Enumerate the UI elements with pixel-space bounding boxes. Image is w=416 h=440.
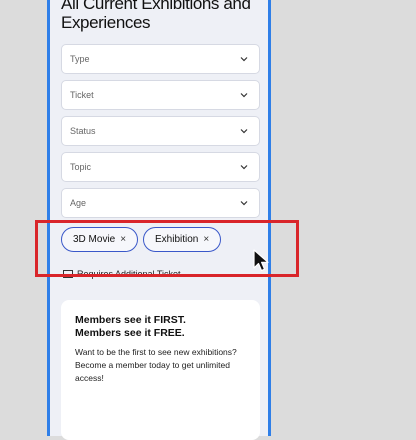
promo-body: Want to be the first to see new exhibiti… [75, 347, 237, 383]
filter-ticket-label: Ticket [70, 90, 94, 100]
chevron-down-icon [240, 57, 248, 62]
promo-heading: Members see it FIRST. Members see it FRE… [75, 314, 255, 339]
promo-heading-line2: Members see it FREE. [75, 326, 185, 339]
chevron-down-icon [240, 129, 248, 134]
membership-promo-card: Members see it FIRST. Members see it FRE… [61, 300, 260, 440]
filter-age-label: Age [70, 198, 87, 208]
page-title-line2: Experiences [61, 13, 151, 32]
filter-age-select[interactable]: Age [61, 188, 260, 218]
filter-topic-select[interactable]: Topic [61, 152, 260, 182]
filter-status-select[interactable]: Status [61, 116, 260, 146]
promo-heading-line1: Members see it FIRST. [75, 314, 186, 326]
filter-topic-label: Topic [70, 162, 92, 172]
filter-type-label: Type [70, 54, 90, 64]
chevron-down-icon [240, 165, 248, 170]
filter-type-select[interactable]: Type [61, 44, 260, 74]
pointer-cursor-icon [253, 249, 269, 272]
filter-ticket-select[interactable]: Ticket [61, 80, 260, 110]
mobile-viewport: All Current Exhibitions and Experiences … [47, 0, 271, 440]
page-title-line1: All Current Exhibitions and [61, 0, 251, 13]
filter-status-label: Status [70, 126, 96, 136]
page-title: All Current Exhibitions and Experiences [61, 0, 271, 32]
chevron-down-icon [240, 201, 248, 206]
chevron-down-icon [240, 93, 248, 98]
